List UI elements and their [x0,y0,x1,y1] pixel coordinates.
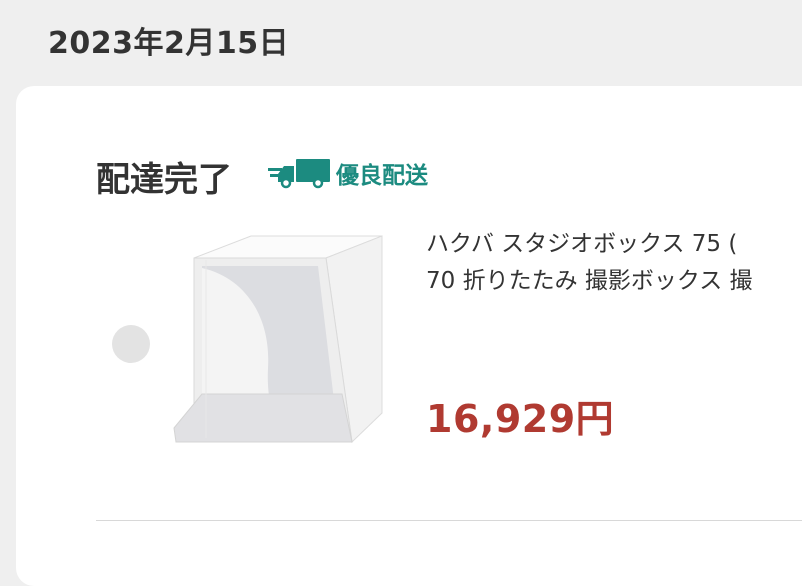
product-image[interactable] [166,228,396,464]
select-circle[interactable] [112,325,150,363]
divider [96,520,802,521]
badge-label: 優良配送 [336,163,428,189]
premium-delivery-badge: 優良配送 [268,156,428,190]
order-card: 配達完了 優良配送 ハクバ スタジオボックス 75 ( 70 折りたたみ 撮影ボ… [16,86,802,586]
product-title[interactable]: ハクバ スタジオボックス 75 ( 70 折りたたみ 撮影ボックス 撮 [426,226,802,300]
product-price: 16,929円 [426,397,615,441]
delivery-status: 配達完了 [96,160,232,200]
delivery-truck-icon [268,156,332,190]
order-date: 2023年2月15日 [48,26,290,61]
